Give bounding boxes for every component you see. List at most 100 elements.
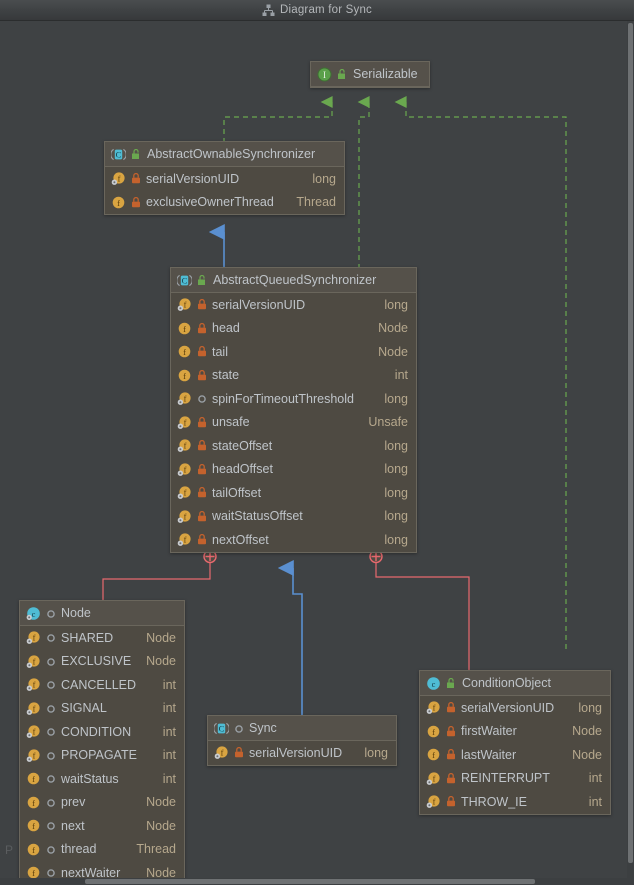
field-icon: f bbox=[26, 818, 41, 833]
uml-node-header[interactable]: c ConditionObject bbox=[420, 671, 610, 696]
uml-field-row[interactable]: f nextWaiter Node bbox=[20, 861, 184, 878]
uml-field-type: Thread bbox=[296, 195, 336, 210]
uml-field-row[interactable]: f THROW_IE int bbox=[420, 790, 610, 814]
uml-node-header[interactable]: C AbstractOwnableSynchronizer bbox=[105, 142, 344, 167]
uml-field-type: long bbox=[364, 745, 388, 760]
svg-text:C: C bbox=[182, 275, 188, 285]
uml-field-row[interactable]: f SIGNAL int bbox=[20, 697, 184, 721]
diagram-canvas[interactable]: P I Serializable C AbstractOwnableSynchr… bbox=[0, 21, 634, 878]
static-field-icon: f bbox=[26, 724, 41, 739]
horizontal-scrollbar[interactable] bbox=[0, 878, 634, 885]
window-title: Diagram for Sync bbox=[279, 4, 373, 16]
uml-field-row[interactable]: f state int bbox=[171, 364, 416, 388]
static-field-icon: f bbox=[214, 745, 229, 760]
edge-implements-aos-serializable bbox=[223, 96, 333, 143]
uml-field-type: long bbox=[384, 438, 408, 453]
uml-field-row[interactable]: f serialVersionUID long bbox=[208, 741, 396, 765]
uml-node-abstract-ownable-synchronizer[interactable]: C AbstractOwnableSynchronizer f serialVe… bbox=[104, 141, 345, 215]
svg-text:f: f bbox=[33, 633, 36, 643]
private-lock-icon bbox=[446, 796, 456, 807]
uml-field-row[interactable]: f exclusiveOwnerThread Thread bbox=[105, 191, 344, 215]
uml-field-name: waitStatusOffset bbox=[212, 509, 303, 524]
uml-field-row[interactable]: f unsafe Unsafe bbox=[171, 411, 416, 435]
uml-field-row[interactable]: f waitStatusOffset long bbox=[171, 505, 416, 529]
package-private-icon bbox=[46, 632, 56, 643]
uml-field-row[interactable]: f prev Node bbox=[20, 791, 184, 815]
package-private-icon bbox=[46, 844, 56, 855]
uml-field-row[interactable]: f serialVersionUID long bbox=[420, 696, 610, 720]
field-icon: f bbox=[426, 724, 441, 739]
private-lock-icon bbox=[446, 772, 456, 784]
uml-field-row[interactable]: f PROPAGATE int bbox=[20, 744, 184, 768]
uml-field-type: Thread bbox=[136, 842, 176, 857]
private-lock-icon bbox=[446, 725, 456, 737]
private-lock-icon bbox=[197, 510, 207, 522]
uml-field-type: long bbox=[384, 509, 408, 524]
private-lock-icon bbox=[197, 346, 207, 357]
vertical-scrollbar[interactable] bbox=[627, 21, 634, 878]
field-icon: f bbox=[177, 321, 192, 336]
uml-field-row[interactable]: f next Node bbox=[20, 814, 184, 838]
edge-inner-node-aqs bbox=[102, 549, 217, 601]
uml-node-serializable[interactable]: I Serializable bbox=[310, 61, 430, 88]
abstract-class-icon: C bbox=[177, 273, 192, 288]
field-icon: f bbox=[26, 865, 41, 878]
uml-field-row[interactable]: f thread Thread bbox=[20, 838, 184, 862]
uml-node-header[interactable]: c Node bbox=[20, 601, 184, 626]
svg-text:f: f bbox=[32, 845, 35, 855]
uml-field-row[interactable]: f firstWaiter Node bbox=[420, 720, 610, 744]
uml-field-row[interactable]: f EXCLUSIVE Node bbox=[20, 650, 184, 674]
svg-text:f: f bbox=[183, 347, 186, 357]
uml-field-row[interactable]: f tailOffset long bbox=[171, 481, 416, 505]
uml-node-header[interactable]: C Sync bbox=[208, 716, 396, 741]
uml-field-row[interactable]: f CANCELLED int bbox=[20, 673, 184, 697]
uml-node-header[interactable]: I Serializable bbox=[311, 62, 429, 87]
horizontal-scrollbar-thumb[interactable] bbox=[85, 879, 535, 884]
package-private-icon bbox=[46, 820, 56, 831]
uml-field-row[interactable]: f serialVersionUID long bbox=[171, 293, 416, 317]
uml-field-row[interactable]: f CONDITION int bbox=[20, 720, 184, 744]
private-lock-icon bbox=[131, 173, 141, 184]
uml-node-node[interactable]: c Node f SHARED Node f EXCLUSIVE Node f … bbox=[19, 600, 185, 878]
uml-field-row[interactable]: f nextOffset long bbox=[171, 528, 416, 552]
uml-field-type: Node bbox=[378, 321, 408, 336]
uml-field-row[interactable]: f REINTERRUPT int bbox=[420, 767, 610, 791]
uml-field-row[interactable]: f waitStatus int bbox=[20, 767, 184, 791]
static-field-icon: f bbox=[26, 654, 41, 669]
uml-node-condition-object[interactable]: c ConditionObject f serialVersionUID lon… bbox=[419, 670, 611, 815]
svg-text:f: f bbox=[32, 821, 35, 831]
uml-field-name: spinForTimeoutThreshold bbox=[212, 391, 354, 406]
static-field-icon: f bbox=[177, 485, 192, 500]
uml-field-name: thread bbox=[61, 842, 97, 857]
abstract-class-icon: C bbox=[111, 147, 126, 162]
svg-text:f: f bbox=[32, 798, 35, 808]
uml-field-name: PROPAGATE bbox=[61, 748, 137, 763]
svg-text:f: f bbox=[118, 174, 121, 184]
static-field-icon: f bbox=[177, 438, 192, 453]
uml-field-row[interactable]: f stateOffset long bbox=[171, 434, 416, 458]
uml-field-row[interactable]: f head Node bbox=[171, 317, 416, 341]
svg-text:c: c bbox=[432, 679, 436, 689]
uml-node-header[interactable]: C AbstractQueuedSynchronizer bbox=[171, 268, 416, 293]
vertical-scrollbar-thumb[interactable] bbox=[628, 23, 633, 863]
uml-field-row[interactable]: f spinForTimeoutThreshold long bbox=[171, 387, 416, 411]
uml-field-type: int bbox=[588, 771, 602, 786]
uml-node-sync[interactable]: C Sync f serialVersionUID long bbox=[207, 715, 397, 766]
field-icon: f bbox=[177, 344, 192, 359]
uml-field-row[interactable]: f SHARED Node bbox=[20, 626, 184, 650]
interface-icon: I bbox=[317, 67, 332, 82]
package-private-icon bbox=[46, 773, 56, 784]
uml-field-row[interactable]: f headOffset long bbox=[171, 458, 416, 482]
uml-field-row[interactable]: f serialVersionUID long bbox=[105, 167, 344, 191]
uml-node-abstract-queued-synchronizer[interactable]: C AbstractQueuedSynchronizer f serialVer… bbox=[170, 267, 417, 553]
static-field-icon: f bbox=[177, 391, 192, 406]
uml-field-row[interactable]: f lastWaiter Node bbox=[420, 743, 610, 767]
private-lock-icon bbox=[197, 369, 207, 381]
uml-field-row[interactable]: f tail Node bbox=[171, 340, 416, 364]
package-private-marker-icon bbox=[337, 68, 348, 80]
svg-text:f: f bbox=[32, 774, 35, 784]
private-lock-icon bbox=[197, 463, 207, 475]
uml-field-name: CANCELLED bbox=[61, 677, 137, 692]
uml-field-type: int bbox=[588, 794, 602, 809]
private-lock-icon bbox=[197, 416, 207, 428]
